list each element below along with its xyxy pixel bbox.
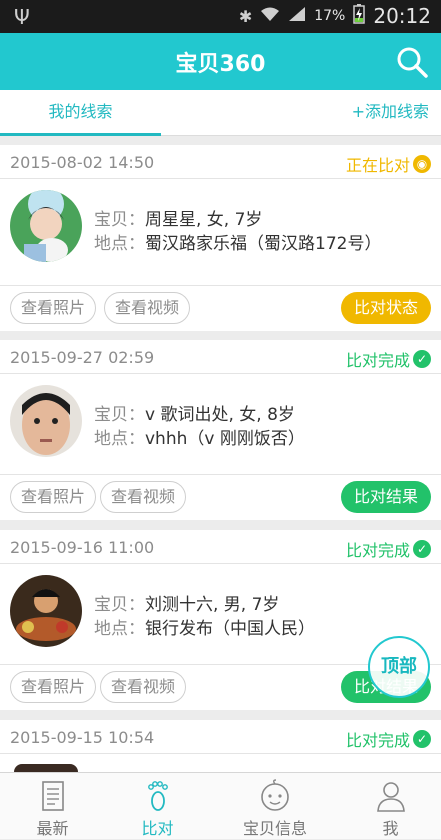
place-value: 银行发布（中国人民） xyxy=(145,619,315,639)
baby-value: 刘测十六, 男, 7岁 xyxy=(145,595,280,615)
clue-status-label: 比对完成 xyxy=(345,351,410,370)
place-row: 地点：银行发布（中国人民） xyxy=(94,617,315,641)
baby-row: 宝贝：v 歌词出处, 女, 8岁 xyxy=(94,403,305,427)
bottom-nav: 最新 比对 宝贝信息 我 xyxy=(0,772,441,839)
footprint-icon xyxy=(141,779,175,813)
place-row: 地点：vhhh（v 刚刚饭否） xyxy=(94,427,305,451)
baby-row: 宝贝：刘测十六, 男, 7岁 xyxy=(94,593,315,617)
nav-label: 宝贝信息 xyxy=(242,819,307,838)
card-header: 2015-09-15 10:54 比对完成 ✓ xyxy=(0,720,441,754)
clue-status-label: 比对完成 xyxy=(345,541,410,560)
nav-item-latest[interactable]: 最新 xyxy=(0,773,105,840)
clue-status: 比对完成 ✓ xyxy=(346,727,431,751)
nav-item-me[interactable]: 我 xyxy=(340,773,441,840)
signal-icon xyxy=(288,6,306,26)
clue-card: 2015-09-27 02:59 比对完成 ✓ 宝贝：v 歌词出处, 女, 8岁… xyxy=(0,340,441,520)
view-video-button[interactable]: 查看视频 xyxy=(100,671,187,703)
baby-label: 宝贝： xyxy=(94,595,145,615)
clue-info: 宝贝：周星星, 女, 7岁 地点：蜀汉路家乐福（蜀汉路172号） xyxy=(94,208,381,256)
add-clue-button[interactable]: +添加线索 xyxy=(352,90,429,134)
view-photos-button[interactable]: 查看照片 xyxy=(10,671,97,703)
compare-status-button[interactable]: 比对状态 xyxy=(341,292,431,324)
clue-card: 2015-09-15 10:54 比对完成 ✓ xyxy=(0,720,441,772)
battery-percent: 17% xyxy=(314,8,346,24)
place-value: vhhh（v 刚刚饭否） xyxy=(145,429,305,449)
baby-value: v 歌词出处, 女, 8岁 xyxy=(145,405,295,425)
clue-status: 正在比对 ◉ xyxy=(346,152,431,176)
avatar[interactable] xyxy=(10,190,82,262)
tab-my-clues[interactable]: 我的线索 xyxy=(0,90,161,136)
clue-status: 比对完成 ✓ xyxy=(346,347,431,371)
clue-info: 宝贝：刘测十六, 男, 7岁 地点：银行发布（中国人民） xyxy=(94,593,315,641)
bluetooth-icon: ✱ xyxy=(238,6,253,26)
view-video-button[interactable]: 查看视频 xyxy=(104,292,191,324)
clue-status: 比对完成 ✓ xyxy=(346,537,431,561)
baby-row: 宝贝：周星星, 女, 7岁 xyxy=(94,208,381,232)
place-row: 地点：蜀汉路家乐福（蜀汉路172号） xyxy=(94,232,381,256)
clock: 20:12 xyxy=(373,4,431,28)
card-header: 2015-08-02 14:50 正在比对 ◉ xyxy=(0,145,441,179)
battery-charging-icon xyxy=(353,4,366,28)
back-to-top-button[interactable]: 顶部 xyxy=(368,636,430,698)
clue-status-label: 比对完成 xyxy=(345,731,410,750)
check-icon: ✓ xyxy=(413,350,431,368)
view-photos-button[interactable]: 查看照片 xyxy=(10,292,97,324)
status-bar: Ψ ✱ 17% 20:12 xyxy=(0,0,441,33)
status-icons: ✱ 17% 20:12 xyxy=(239,4,431,28)
nav-item-baby-info[interactable]: 宝贝信息 xyxy=(210,773,340,840)
tab-bar: 我的线索 +添加线索 xyxy=(0,90,441,136)
place-label: 地点： xyxy=(94,619,145,639)
tab-my-clues-label: 我的线索 xyxy=(48,102,113,121)
baby-label: 宝贝： xyxy=(94,210,145,230)
newspaper-icon xyxy=(36,779,70,813)
view-video-button[interactable]: 查看视频 xyxy=(100,481,187,513)
clue-date: 2015-08-02 14:50 xyxy=(10,153,155,172)
search-icon[interactable] xyxy=(395,45,429,79)
avatar[interactable] xyxy=(10,575,82,647)
avatar[interactable] xyxy=(10,385,82,457)
card-actions: 查看照片 查看视频 比对结果 xyxy=(0,474,441,520)
clue-date: 2015-09-16 11:00 xyxy=(10,538,155,557)
check-icon: ✓ xyxy=(413,730,431,748)
baby-value: 周星星, 女, 7岁 xyxy=(145,210,263,230)
check-icon: ✓ xyxy=(413,540,431,558)
clue-date: 2015-09-27 02:59 xyxy=(10,348,155,367)
wifi-icon xyxy=(260,6,280,26)
baby-face-icon xyxy=(258,779,292,813)
person-icon xyxy=(374,779,408,813)
nav-label: 最新 xyxy=(36,819,69,838)
nav-label: 比对 xyxy=(141,819,174,838)
card-header: 2015-09-27 02:59 比对完成 ✓ xyxy=(0,340,441,374)
app-bar: 宝贝360 xyxy=(0,33,441,90)
nav-label: 我 xyxy=(382,819,399,838)
view-photos-button[interactable]: 查看照片 xyxy=(10,481,97,513)
place-label: 地点： xyxy=(94,429,145,449)
eye-icon: ◉ xyxy=(413,155,431,173)
clue-date: 2015-09-15 10:54 xyxy=(10,728,155,747)
place-label: 地点： xyxy=(94,234,145,254)
nav-item-compare[interactable]: 比对 xyxy=(105,773,210,840)
active-tab-indicator xyxy=(0,133,161,136)
avatar[interactable] xyxy=(14,764,78,772)
card-header: 2015-09-16 11:00 比对完成 ✓ xyxy=(0,530,441,564)
card-actions: 查看照片 查看视频 比对状态 xyxy=(0,285,441,331)
clue-info: 宝贝：v 歌词出处, 女, 8岁 地点：vhhh（v 刚刚饭否） xyxy=(94,403,305,451)
clue-status-label: 正在比对 xyxy=(345,156,410,175)
baby-label: 宝贝： xyxy=(94,405,145,425)
usb-icon: Ψ xyxy=(14,5,30,29)
compare-result-button[interactable]: 比对结果 xyxy=(341,481,431,513)
clue-card: 2015-08-02 14:50 正在比对 ◉ 宝贝：周星星, 女, 7岁 地点… xyxy=(0,145,441,331)
app-title: 宝贝360 xyxy=(175,52,266,77)
place-value: 蜀汉路家乐福（蜀汉路172号） xyxy=(145,234,382,254)
